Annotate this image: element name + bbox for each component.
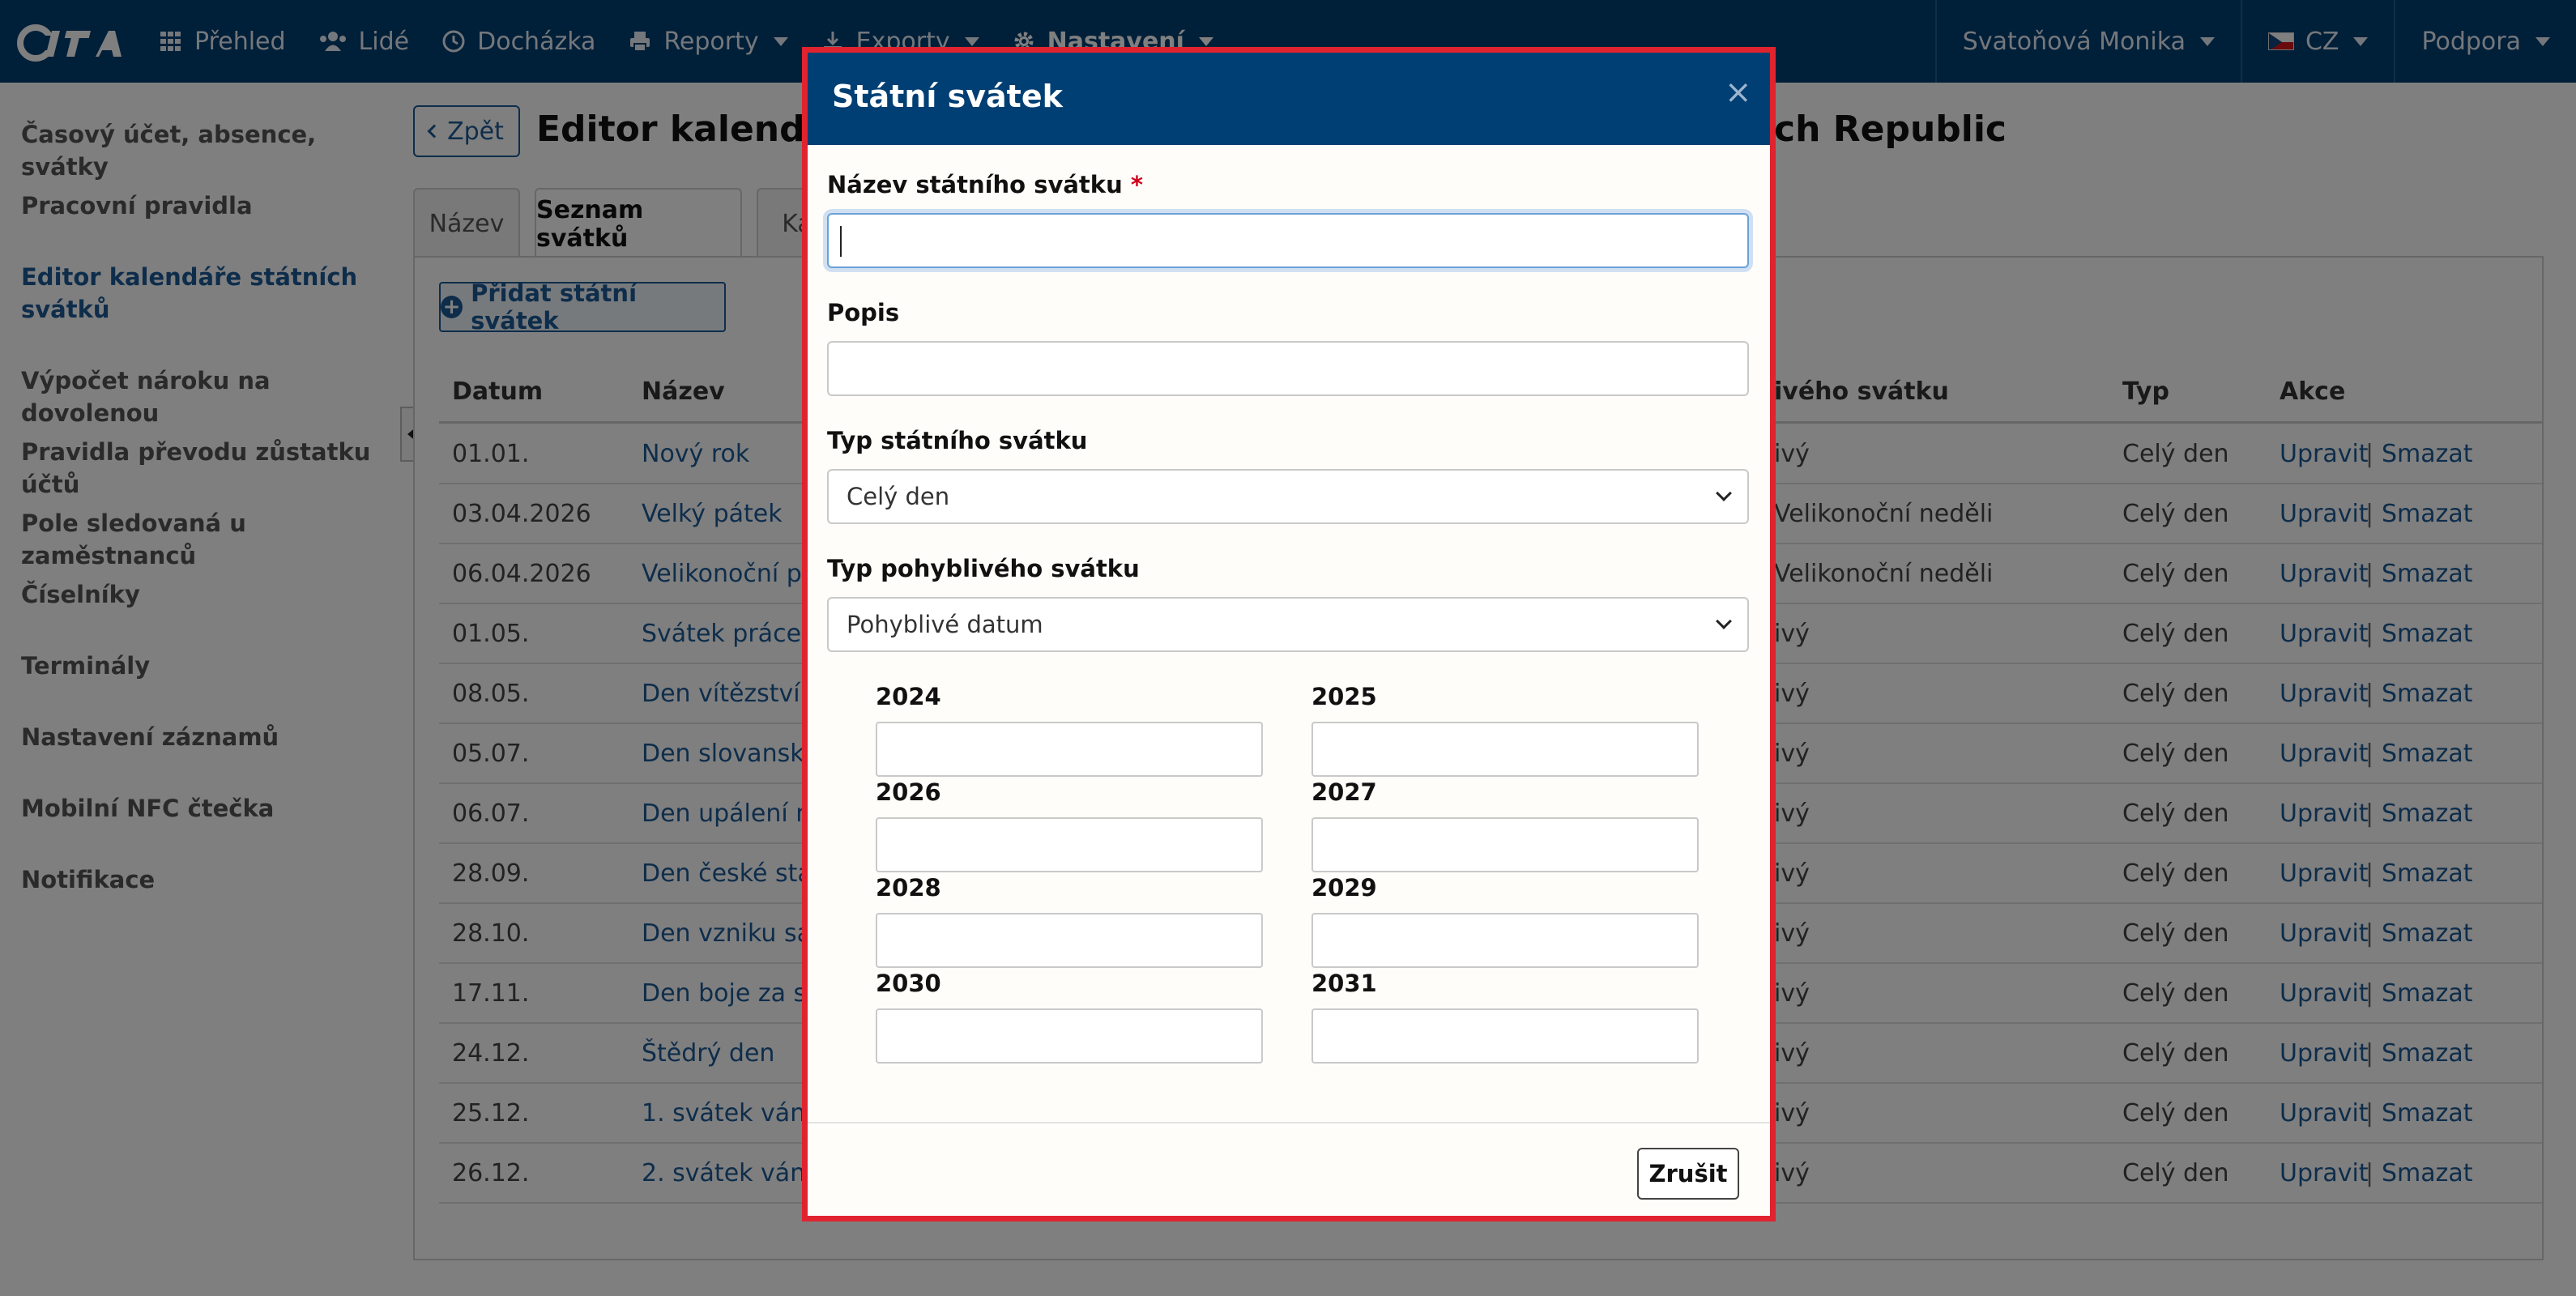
modal-footer-divider (808, 1122, 1770, 1123)
text-cursor (840, 226, 842, 257)
cancel-button[interactable]: Zrušit (1637, 1148, 1739, 1200)
description-input[interactable] (827, 341, 1749, 396)
year-input-2027[interactable] (1311, 817, 1699, 872)
year-input-2025[interactable] (1311, 722, 1699, 777)
year-input-2030[interactable] (876, 1008, 1263, 1064)
year-input-2024[interactable] (876, 722, 1263, 777)
year-label-2031: 2031 (1311, 970, 1377, 997)
holiday-name-label: Název státního svátku * (827, 171, 1143, 198)
holiday-type-label: Typ státního svátku (827, 427, 1088, 454)
movable-type-value: Pohyblivé datum (847, 611, 1043, 638)
year-label-2026: 2026 (876, 778, 941, 806)
movable-type-select[interactable]: Pohyblivé datum (827, 597, 1749, 652)
holiday-name-label-text: Název státního svátku (827, 171, 1123, 198)
year-label-2029: 2029 (1311, 874, 1377, 902)
holiday-type-select[interactable]: Celý den (827, 469, 1749, 524)
holiday-type-value: Celý den (847, 483, 950, 510)
year-label-2027: 2027 (1311, 778, 1377, 806)
year-label-2024: 2024 (876, 683, 941, 710)
year-input-2029[interactable] (1311, 913, 1699, 968)
chevron-down-icon (1716, 485, 1732, 501)
holiday-modal: Státní svátek × Název státního svátku * … (802, 47, 1776, 1221)
required-mark: * (1130, 171, 1144, 198)
year-input-2026[interactable] (876, 817, 1263, 872)
chevron-down-icon (1716, 613, 1732, 629)
year-label-2030: 2030 (876, 970, 941, 997)
modal-header: Státní svátek × (808, 53, 1770, 145)
year-label-2028: 2028 (876, 874, 941, 902)
year-input-2028[interactable] (876, 913, 1263, 968)
movable-type-label: Typ pohyblivého svátku (827, 555, 1140, 582)
modal-title: Státní svátek (832, 79, 1063, 114)
year-input-2031[interactable] (1311, 1008, 1699, 1064)
holiday-name-input[interactable] (827, 213, 1749, 268)
close-icon[interactable]: × (1725, 74, 1752, 111)
year-label-2025: 2025 (1311, 683, 1377, 710)
description-label: Popis (827, 299, 900, 326)
